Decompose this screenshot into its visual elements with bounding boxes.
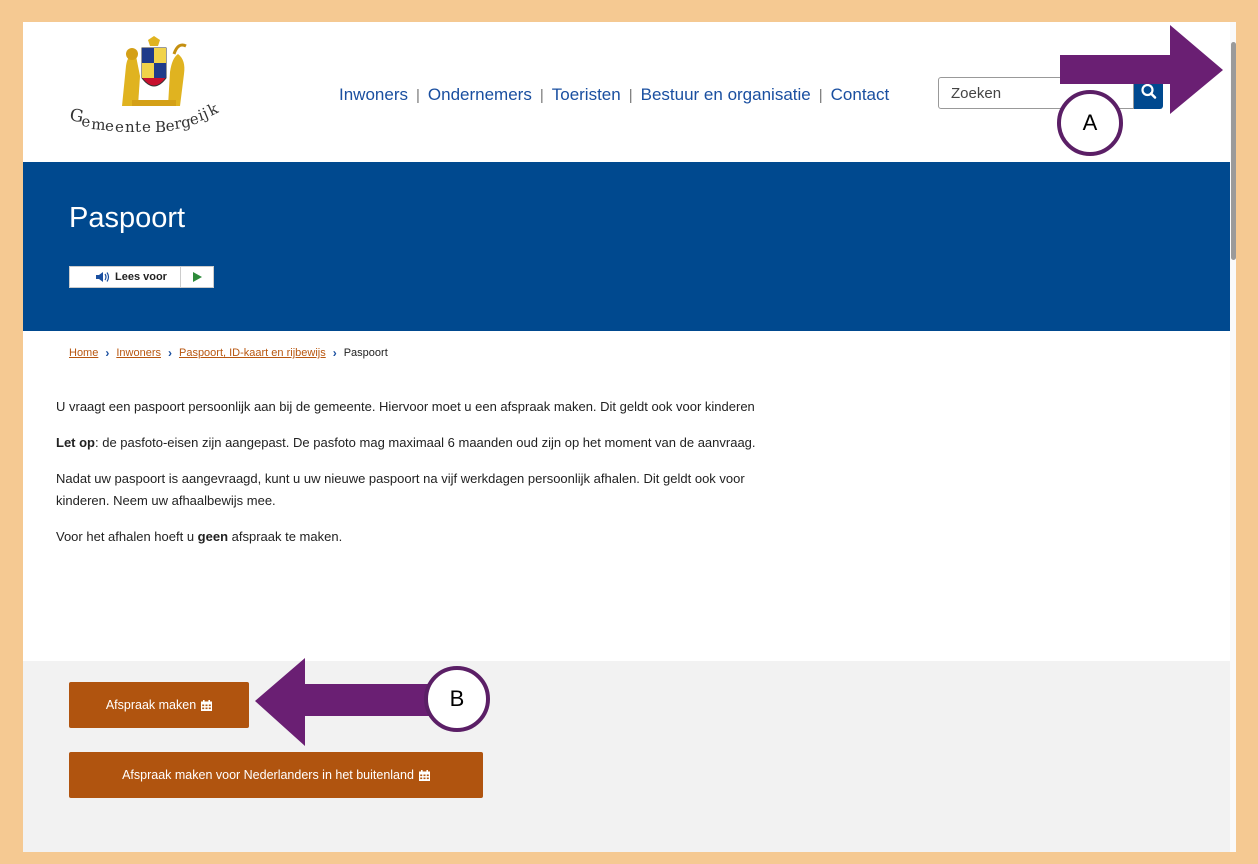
vertical-scrollbar[interactable]	[1230, 22, 1236, 852]
no-appointment-paragraph: Voor het afhalen hoeft u geen afspraak t…	[56, 526, 776, 548]
nav-item-bestuur-en-organisatie[interactable]: Bestuur en organisatie	[641, 85, 811, 105]
speaker-icon	[96, 272, 110, 282]
breadcrumb-home[interactable]: Home	[69, 347, 98, 359]
nav-item-contact[interactable]: Contact	[831, 85, 890, 105]
breadcrumb-inwoners[interactable]: Inwoners	[116, 347, 161, 359]
no-appointment-emphasis: geen	[197, 529, 229, 544]
notice-label: Let op	[56, 435, 95, 450]
main-content: U vraagt een paspoort persoonlijk aan bi…	[56, 396, 776, 562]
svg-text:e: e	[105, 117, 114, 135]
no-appointment-text-end: afspraak te maken.	[228, 529, 343, 544]
make-appointment-abroad-label: Afspraak maken voor Nederlanders in het …	[122, 768, 414, 782]
main-navigation: Inwoners | Ondernemers | Toeristen | Bes…	[339, 82, 889, 108]
scrollbar-thumb[interactable]	[1231, 42, 1236, 260]
svg-text:t: t	[135, 118, 141, 136]
make-appointment-abroad-button[interactable]: Afspraak maken voor Nederlanders in het …	[69, 752, 483, 798]
nav-separator: |	[818, 86, 823, 104]
page-hero: Paspoort Lees voor	[23, 162, 1230, 331]
nav-item-ondernemers[interactable]: Ondernemers	[428, 85, 532, 105]
svg-text:e: e	[142, 118, 151, 136]
read-aloud-button[interactable]: Lees voor	[70, 267, 181, 287]
breadcrumb-current: Paspoort	[343, 347, 388, 359]
appointment-actions: Afspraak maken Afspraak maken voor Neder…	[23, 661, 1236, 852]
annotation-label-b: B	[424, 666, 490, 732]
notice-text: : de pasfoto-eisen zijn aangepast. De pa…	[95, 435, 756, 450]
chevron-right-icon: ›	[167, 346, 172, 360]
nav-item-inwoners[interactable]: Inwoners	[339, 85, 408, 105]
nav-separator: |	[415, 86, 420, 104]
svg-text:m: m	[91, 115, 106, 134]
pickup-paragraph: Nadat uw paspoort is aangevraagd, kunt u…	[56, 471, 745, 508]
municipality-name-logo: G e m e e n t e B e r g e i j k	[68, 99, 222, 136]
read-aloud-widget: Lees voor	[69, 266, 214, 288]
page-title: Paspoort	[69, 202, 186, 234]
calendar-icon	[201, 699, 213, 711]
notice-paragraph: Let op: de pasfoto-eisen zijn aangepast.…	[56, 432, 776, 454]
make-appointment-button[interactable]: Afspraak maken	[69, 682, 249, 728]
annotation-arrow-b	[255, 658, 429, 746]
nav-separator: |	[539, 86, 544, 104]
chevron-right-icon: ›	[332, 346, 337, 360]
play-icon	[192, 272, 202, 282]
nav-item-toeristen[interactable]: Toeristen	[552, 85, 621, 105]
intro-paragraph: U vraagt een paspoort persoonlijk aan bi…	[56, 399, 755, 414]
read-aloud-label: Lees voor	[115, 271, 167, 283]
read-aloud-play-button[interactable]	[181, 267, 213, 287]
calendar-icon	[418, 769, 430, 781]
browser-page: G e m e e n t e B e r g e i j k Inwoners…	[23, 22, 1236, 852]
breadcrumb: Home › Inwoners › Paspoort, ID-kaart en …	[69, 346, 388, 360]
svg-text:e: e	[81, 112, 92, 131]
svg-text:e: e	[115, 118, 124, 136]
no-appointment-text-start: Voor het afhalen hoeft u	[56, 529, 198, 544]
chevron-right-icon: ›	[105, 346, 110, 360]
annotation-label-a: A	[1057, 90, 1123, 156]
svg-text:n: n	[125, 118, 135, 136]
nav-separator: |	[628, 86, 633, 104]
make-appointment-label: Afspraak maken	[105, 698, 197, 712]
breadcrumb-paspoort-id-rijbewijs[interactable]: Paspoort, ID-kaart en rijbewijs	[179, 347, 326, 359]
